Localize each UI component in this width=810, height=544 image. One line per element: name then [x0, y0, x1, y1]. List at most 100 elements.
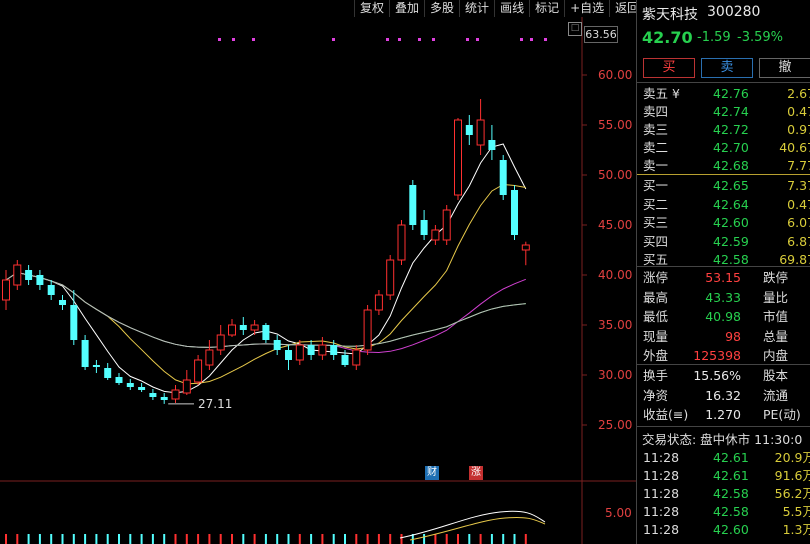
order-label: 卖二: [643, 140, 669, 155]
candle: [307, 340, 315, 360]
candle-body: [409, 185, 417, 225]
candle-body: [318, 344, 327, 356]
multi-stock-button[interactable]: 多股: [424, 0, 459, 17]
candle-body: [374, 294, 383, 311]
signal-dot: [476, 38, 479, 41]
candle-body: [70, 305, 78, 340]
quote-panel: 紫天科技 300280 42.70 -1.59 -3.59% 买 卖 撤 交易状…: [636, 0, 810, 544]
candle: [13, 260, 22, 290]
y-tick-label: 55.00: [598, 118, 632, 132]
candle: [104, 363, 112, 380]
candle: [476, 99, 485, 155]
signal-dot: [218, 38, 221, 41]
tick-row: 11:28 42.61 20.9万: [637, 448, 810, 467]
candle-body: [273, 340, 281, 350]
order-price: 42.74: [713, 104, 749, 119]
sell-order-row: 卖五 ¥ 42.76 2.67: [637, 84, 810, 103]
close-chart-button[interactable]: □: [568, 22, 582, 36]
order-price: 42.76: [713, 86, 749, 101]
candle-body: [171, 389, 180, 400]
candle-body: [352, 349, 361, 366]
candle: [47, 280, 55, 300]
overlay-button[interactable]: 叠加: [389, 0, 424, 17]
order-price: 42.64: [713, 196, 749, 212]
stat-value: 43.33: [705, 289, 741, 305]
y-tick-label: 40.00: [598, 268, 632, 282]
stat-row: 最低 40.98 市值: [637, 307, 810, 326]
candle-body: [2, 279, 10, 301]
candle-body: [250, 324, 259, 331]
tick-row: 11:28 42.58 5.5万: [637, 502, 810, 521]
cancel-order-button[interactable]: 撤: [759, 58, 810, 78]
add-watchlist-button[interactable]: +自选: [564, 0, 609, 17]
order-label: 卖四: [643, 104, 669, 119]
buy-button[interactable]: 买: [643, 58, 695, 78]
current-price: 42.70: [642, 28, 693, 47]
signal-dot: [418, 38, 421, 41]
signal-dot: [432, 38, 435, 41]
candle-body: [397, 224, 406, 261]
candle: [285, 345, 292, 370]
candle: [216, 325, 225, 355]
buy-order-row: 买二 42.64 0.47: [637, 195, 810, 214]
chart-toolbar: 复权 叠加 多股 统计 画线 标记 +自选 返回: [354, 0, 639, 17]
candle-body: [330, 345, 338, 355]
candle-body: [239, 325, 247, 330]
statistics-button[interactable]: 统计: [459, 0, 494, 17]
candle-body: [59, 300, 66, 305]
stat-value: 125398: [693, 348, 741, 363]
stat-value: 98: [725, 328, 741, 344]
order-price: 42.70: [713, 140, 749, 155]
candle: [318, 337, 327, 360]
trade-status: 交易状态: 盘中休市 11:30:0: [642, 432, 803, 447]
candle-body: [363, 309, 372, 351]
signal-dot: [386, 38, 389, 41]
stat-label-2: 内盘: [763, 348, 789, 363]
candle-body: [228, 324, 236, 336]
sell-order-row: 卖三 42.72 0.97: [637, 120, 810, 139]
tick-time: 11:28: [643, 450, 680, 465]
candle-body: [216, 334, 225, 351]
stat-row: 现量 98 总量: [637, 327, 810, 346]
stock-code: 300280: [707, 4, 761, 20]
kline-chart[interactable]: 60.00 55.00 50.00 45.00 40.00 35.00 30.00 25.00…: [0, 0, 636, 544]
candle: [115, 373, 123, 385]
tick-volume: 1.3万: [782, 522, 810, 537]
order-volume: 0.97: [787, 122, 810, 137]
order-volume: 0.47: [787, 104, 810, 119]
sell-button[interactable]: 卖: [701, 58, 753, 78]
stat-label: 换手: [643, 368, 669, 383]
tick-price: 42.58: [713, 504, 749, 519]
stat-label-2: 跌停: [763, 270, 789, 285]
draw-line-button[interactable]: 画线: [494, 0, 529, 17]
candle-body: [36, 275, 44, 285]
stat-label: 涨停: [643, 270, 669, 285]
event-marker-limit-up[interactable]: 涨: [469, 466, 483, 480]
candle-body: [126, 383, 134, 387]
stat-row: 换手 15.56% 股本: [637, 366, 810, 385]
order-label: 卖三: [643, 122, 669, 137]
stat-value: 1.270: [705, 407, 741, 422]
candle: [454, 118, 462, 200]
order-label: 买三: [643, 215, 669, 230]
y-tick-label: 60.00: [598, 68, 632, 82]
candle: [138, 383, 146, 392]
candle-body: [307, 345, 315, 355]
candle-body: [442, 209, 451, 241]
sell-order-row: 卖四 42.74 0.47: [637, 102, 810, 121]
event-marker-finance[interactable]: 财: [425, 466, 439, 480]
order-volume: 2.67: [787, 86, 810, 101]
candle: [81, 335, 89, 370]
candle-body: [454, 119, 462, 196]
restore-rights-button[interactable]: 复权: [354, 0, 389, 17]
mark-button[interactable]: 标记: [529, 0, 564, 17]
candle: [239, 317, 247, 335]
order-price: 42.72: [713, 122, 749, 137]
candle-body: [521, 244, 530, 251]
signal-dot: [544, 38, 547, 41]
order-label: 卖一: [643, 158, 669, 173]
candle: [171, 385, 180, 403]
tick-row: 11:28 42.61 91.6万: [637, 466, 810, 485]
candle: [397, 220, 406, 265]
candle: [2, 270, 10, 310]
